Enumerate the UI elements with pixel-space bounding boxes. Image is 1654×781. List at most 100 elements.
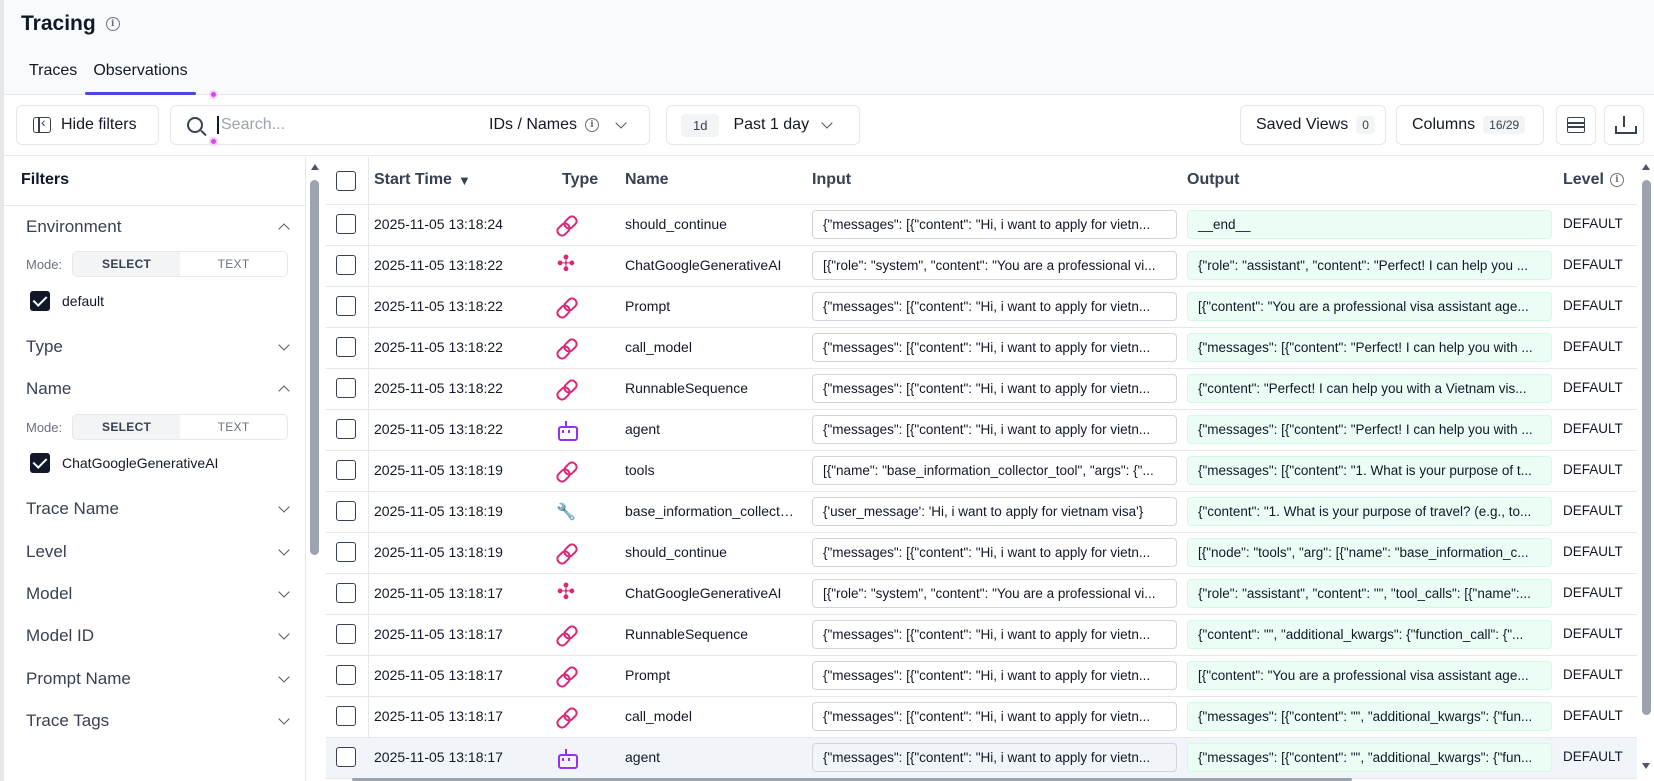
search-scope-select[interactable]: IDs / Names i (489, 116, 627, 134)
name-cell[interactable]: RunnableSequence (625, 626, 800, 642)
table-row[interactable]: 2025-11-05 13:18:22 call_model {"messages"… (326, 328, 1637, 369)
row-checkbox[interactable] (336, 337, 356, 357)
input-cell[interactable]: {"messages": [{"content": "Hi, i want to… (812, 620, 1177, 649)
table-row[interactable]: 2025-11-05 13:18:22 Prompt {"messages": [{… (326, 287, 1637, 328)
output-cell[interactable]: {"content": "Perfect! I can help you wit… (1187, 374, 1552, 403)
input-cell[interactable]: [{"role": "system", "content": "You are … (812, 579, 1177, 608)
tab-observations[interactable]: Observations (85, 62, 196, 95)
filter-section-environment[interactable]: Environment (26, 217, 290, 237)
row-checkbox[interactable] (336, 214, 356, 234)
hide-filters-button[interactable]: Hide filters (16, 105, 159, 145)
output-cell[interactable]: [{"content": "You are a professional vis… (1187, 661, 1552, 690)
filter-section-trace-tags[interactable]: Trace Tags (26, 711, 290, 731)
filter-section-model-id[interactable]: Model ID (26, 626, 290, 646)
table-row[interactable]: 2025-11-05 13:18:19 tools [{"name": "base_… (326, 451, 1637, 492)
output-cell[interactable]: {"messages": [{"content": "Perfect! I ca… (1187, 415, 1552, 444)
filter-section-level[interactable]: Level (26, 542, 290, 562)
output-cell[interactable]: {"messages": [{"content": "", "additiona… (1187, 743, 1552, 772)
checkbox-checked[interactable] (30, 291, 50, 311)
mode-text-option[interactable]: TEXT (180, 252, 287, 276)
environment-option-default[interactable]: default (30, 291, 104, 311)
table-row[interactable]: 2025-11-05 13:18:19 should_continue {"mess… (326, 533, 1637, 574)
name-option-chatgoogle[interactable]: ChatGoogleGenerativeAI (30, 453, 218, 473)
input-cell[interactable]: {"messages": [{"content": "Hi, i want to… (812, 210, 1177, 239)
output-cell[interactable]: __end__ (1187, 210, 1552, 239)
mode-text-option[interactable]: TEXT (180, 415, 287, 439)
table-scroll-down-arrow-icon[interactable] (1642, 763, 1650, 769)
row-density-button[interactable] (1556, 105, 1596, 145)
input-cell[interactable]: [{"name": "base_information_collector_to… (812, 456, 1177, 485)
table-row[interactable]: 2025-11-05 13:18:17 agent {"messages": [{"… (326, 738, 1637, 779)
input-cell[interactable]: {"messages": [{"content": "Hi, i want to… (812, 333, 1177, 362)
input-cell[interactable]: {"messages": [{"content": "Hi, i want to… (812, 743, 1177, 772)
row-checkbox[interactable] (336, 583, 356, 603)
select-all-checkbox[interactable] (336, 171, 356, 191)
name-cell[interactable]: base_information_collector... (625, 503, 800, 519)
table-row[interactable]: 2025-11-05 13:18:22 agent {"messages": [{"… (326, 410, 1637, 451)
input-cell[interactable]: [{"role": "system", "content": "You are … (812, 251, 1177, 280)
input-cell[interactable]: {"messages": [{"content": "Hi, i want to… (812, 415, 1177, 444)
column-header-type[interactable]: Type (562, 171, 598, 189)
table-scrollbar[interactable] (1642, 180, 1651, 715)
column-header-input[interactable]: Input (812, 171, 851, 189)
filter-section-name[interactable]: Name (26, 379, 290, 399)
table-row[interactable]: 2025-11-05 13:18:19 🔧 base_information_col… (326, 492, 1637, 533)
name-cell[interactable]: RunnableSequence (625, 380, 800, 396)
filter-section-trace-name[interactable]: Trace Name (26, 499, 290, 519)
input-cell[interactable]: {"messages": [{"content": "Hi, i want to… (812, 292, 1177, 321)
name-cell[interactable]: Prompt (625, 667, 800, 683)
table-row[interactable]: 2025-11-05 13:18:17 RunnableSequence {"mes… (326, 615, 1637, 656)
name-cell[interactable]: should_continue (625, 216, 800, 232)
row-checkbox[interactable] (336, 255, 356, 275)
checkbox-checked[interactable] (30, 453, 50, 473)
column-header-level[interactable]: Level i (1563, 171, 1624, 189)
name-cell[interactable]: tools (625, 462, 800, 478)
row-checkbox[interactable] (336, 665, 356, 685)
table-row[interactable]: 2025-11-05 13:18:17 call_model {"messages"… (326, 697, 1637, 738)
output-cell[interactable]: {"role": "assistant", "content": "Perfec… (1187, 251, 1552, 280)
saved-views-button[interactable]: Saved Views 0 (1240, 105, 1386, 145)
filters-scrollbar[interactable] (310, 180, 319, 555)
row-checkbox[interactable] (336, 296, 356, 316)
mode-select-option[interactable]: SELECT (73, 415, 181, 439)
output-cell[interactable]: {"messages": [{"content": "", "additiona… (1187, 702, 1552, 731)
row-checkbox[interactable] (336, 706, 356, 726)
row-checkbox[interactable] (336, 542, 356, 562)
input-cell[interactable]: {"messages": [{"content": "Hi, i want to… (812, 702, 1177, 731)
output-cell[interactable]: {"content": "", "additional_kwargs": {"f… (1187, 620, 1552, 649)
name-cell[interactable]: ChatGoogleGenerativeAI (625, 257, 800, 273)
table-scroll-up-arrow-icon[interactable] (1642, 164, 1650, 170)
name-cell[interactable]: should_continue (625, 544, 800, 560)
filter-section-prompt-name[interactable]: Prompt Name (26, 669, 290, 689)
output-cell[interactable]: {"messages": [{"content": "Perfect! I ca… (1187, 333, 1552, 362)
name-cell[interactable]: Prompt (625, 298, 800, 314)
table-row[interactable]: 2025-11-05 13:18:24 should_continue {"mess… (326, 205, 1637, 246)
info-icon[interactable]: i (105, 17, 120, 31)
name-cell[interactable]: call_model (625, 708, 800, 724)
input-cell[interactable]: {"messages": [{"content": "Hi, i want to… (812, 538, 1177, 567)
column-header-name[interactable]: Name (625, 171, 669, 189)
row-checkbox[interactable] (336, 747, 356, 767)
scroll-up-arrow-icon[interactable] (311, 164, 319, 170)
mode-select-option[interactable]: SELECT (73, 252, 181, 276)
input-cell[interactable]: {'user_message': 'Hi, i want to apply fo… (812, 497, 1177, 526)
output-cell[interactable]: [{"node": "tools", "arg": [{"name": "bas… (1187, 538, 1552, 567)
output-cell[interactable]: [{"content": "You are a professional vis… (1187, 292, 1552, 321)
row-checkbox[interactable] (336, 460, 356, 480)
name-cell[interactable]: call_model (625, 339, 800, 355)
output-cell[interactable]: {"role": "assistant", "content": "", "to… (1187, 579, 1552, 608)
tab-traces[interactable]: Traces (21, 62, 85, 88)
output-cell[interactable]: {"messages": [{"content": "1. What is yo… (1187, 456, 1552, 485)
name-cell[interactable]: ChatGoogleGenerativeAI (625, 585, 800, 601)
search-scope-info-icon[interactable]: i (585, 118, 600, 132)
input-cell[interactable]: {"messages": [{"content": "Hi, i want to… (812, 374, 1177, 403)
name-cell[interactable]: agent (625, 749, 800, 765)
input-cell[interactable]: {"messages": [{"content": "Hi, i want to… (812, 661, 1177, 690)
row-checkbox[interactable] (336, 624, 356, 644)
search-input[interactable] (217, 116, 467, 134)
output-cell[interactable]: {"content": "1. What is your purpose of … (1187, 497, 1552, 526)
date-range-picker[interactable]: 1d Past 1 day (666, 105, 860, 145)
table-row[interactable]: 2025-11-05 13:18:22 ✣ ChatGoogleGenerative… (326, 246, 1637, 287)
row-checkbox[interactable] (336, 419, 356, 439)
download-button[interactable] (1604, 105, 1644, 145)
